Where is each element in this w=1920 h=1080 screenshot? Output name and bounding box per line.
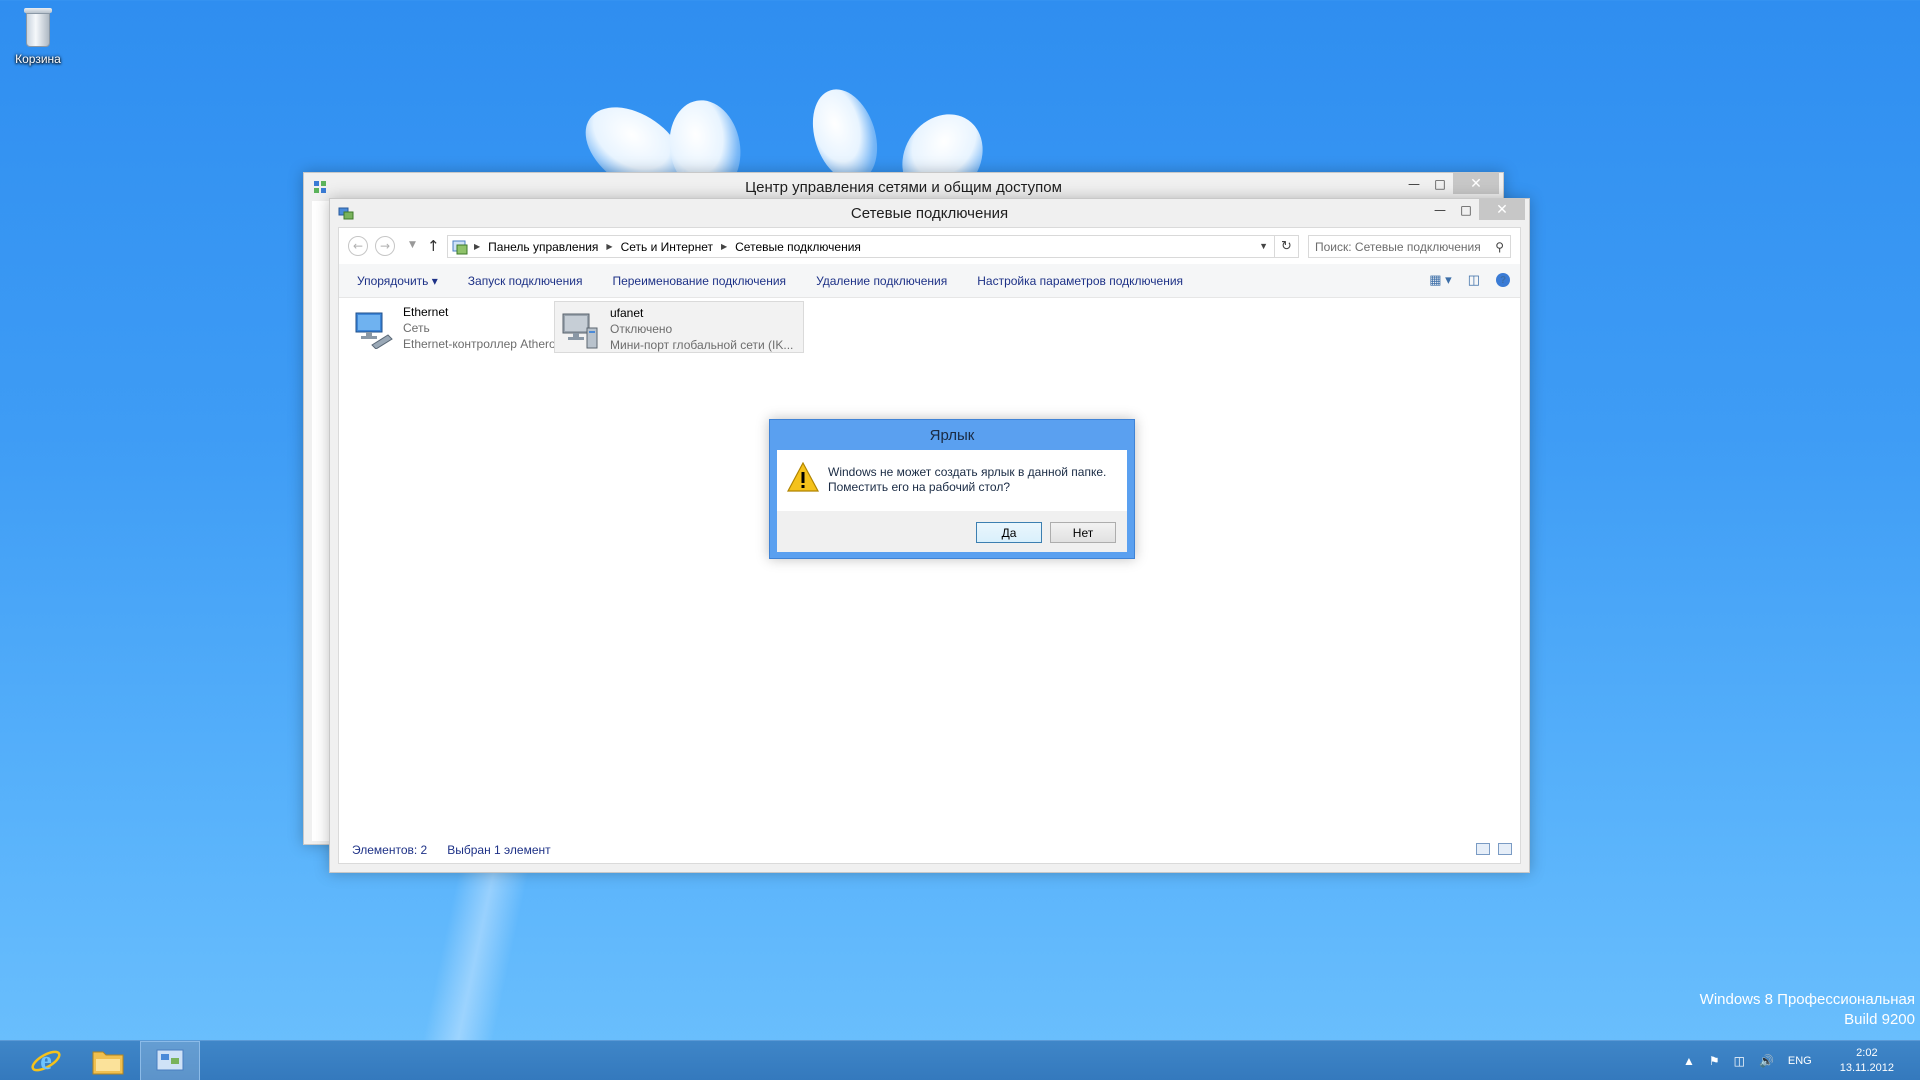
connection-settings-button[interactable]: Настройка параметров подключения: [977, 274, 1183, 288]
breadcrumb-separator[interactable]: ▶: [721, 242, 727, 251]
item-count: Элементов: 2: [352, 843, 428, 857]
minimize-button[interactable]: —: [1401, 173, 1427, 194]
up-button[interactable]: ↑: [427, 237, 440, 255]
left-panel-edge: [312, 201, 330, 841]
arrow-left-icon: ←: [352, 239, 364, 253]
preview-pane-icon[interactable]: ◫: [1468, 272, 1480, 288]
breadcrumb-separator[interactable]: ▶: [474, 242, 480, 251]
wallpaper-stem: [418, 860, 532, 1060]
network-status-icon[interactable]: ◫: [1734, 1054, 1745, 1068]
warning-icon: [787, 462, 819, 492]
details-view-icon[interactable]: [1476, 843, 1490, 855]
watermark-edition: Windows 8 Профессиональная: [1699, 991, 1915, 1008]
large-icons-view-icon[interactable]: [1498, 843, 1512, 855]
window-title: Центр управления сетями и общим доступом: [745, 179, 1062, 196]
dialog-footer: Да Нет: [777, 511, 1127, 552]
organize-menu[interactable]: Упорядочить ▾: [357, 274, 438, 288]
ethernet-adapter-icon: [355, 312, 393, 349]
start-connection-button[interactable]: Запуск подключения: [468, 274, 583, 288]
navigation-row: ← → ▼ ↑ ▶ Панель управления ▶ Сеть и Инт…: [339, 228, 1520, 264]
breadcrumb-network-internet[interactable]: Сеть и Интернет: [621, 240, 713, 254]
control-panel-icon: [452, 240, 468, 254]
taskbar-file-explorer[interactable]: [78, 1041, 138, 1080]
maximize-button[interactable]: □: [1427, 173, 1453, 194]
window-controls: — □ ✕: [1401, 173, 1499, 194]
shortcut-dialog[interactable]: Ярлык Windows не может создать ярлык в д…: [769, 419, 1135, 559]
search-placeholder: Поиск: Сетевые подключения: [1315, 239, 1481, 254]
title-bar[interactable]: Центр управления сетями и общим доступом…: [304, 173, 1503, 201]
wan-miniport-icon: [562, 313, 598, 349]
taskbar-network-connections[interactable]: [140, 1041, 200, 1080]
refresh-button[interactable]: ↻: [1275, 235, 1299, 258]
clock-date: 13.11.2012: [1839, 1062, 1894, 1074]
internet-explorer-icon: e: [31, 1046, 61, 1075]
windows-watermark: Windows 8 Профессиональная Build 9200: [1700, 990, 1915, 1030]
command-bar: Упорядочить ▾ Запуск подключения Переиме…: [339, 264, 1520, 298]
recycle-bin-label: Корзина: [15, 52, 61, 66]
connection-name: ufanet: [610, 306, 644, 320]
connection-device: Мини-порт глобальной сети (IK...: [610, 338, 794, 352]
recent-locations-button[interactable]: ▼: [409, 240, 416, 250]
window-controls: — □ ✕: [1427, 199, 1525, 220]
search-icon: ⚲: [1495, 240, 1504, 254]
delete-connection-button[interactable]: Удаление подключения: [816, 274, 947, 288]
breadcrumb-network-connections[interactable]: Сетевые подключения: [735, 240, 861, 254]
dialog-message-line2: Поместить его на рабочий стол?: [828, 480, 1011, 494]
close-button[interactable]: ✕: [1479, 199, 1525, 220]
svg-text:e: e: [40, 1046, 52, 1075]
title-bar[interactable]: Сетевые подключения — □ ✕: [330, 199, 1529, 227]
status-bar: Элементов: 2 Выбран 1 элемент: [339, 837, 1520, 863]
dialog-message-line1: Windows не может создать ярлык в данной …: [828, 465, 1107, 479]
clock-time: 2:02: [1856, 1047, 1878, 1059]
show-hidden-icons-button[interactable]: ▲: [1683, 1054, 1695, 1068]
system-tray: ▲ ⚑ ◫ 🔊 ENG 2:02 13.11.2012: [1683, 1041, 1920, 1080]
chevron-down-icon[interactable]: ▼: [1259, 241, 1268, 251]
back-button[interactable]: ←: [348, 236, 368, 256]
dialog-title: Ярлык: [929, 427, 975, 444]
breadcrumb-separator[interactable]: ▶: [606, 242, 612, 251]
window-title: Сетевые подключения: [850, 205, 1009, 222]
refresh-icon: ↻: [1281, 239, 1292, 254]
address-bar[interactable]: ▶ Панель управления ▶ Сеть и Интернет ▶ …: [447, 235, 1275, 258]
watermark-build: Build 9200: [1844, 1011, 1915, 1028]
forward-button[interactable]: →: [375, 236, 395, 256]
yes-button[interactable]: Да: [976, 522, 1042, 543]
view-controls: ▦ ▾ ◫ ?: [1413, 272, 1510, 288]
selected-count: Выбран 1 элемент: [447, 843, 551, 857]
volume-icon[interactable]: 🔊: [1759, 1054, 1774, 1068]
close-button[interactable]: ✕: [1453, 173, 1499, 194]
network-connections-icon: [156, 1049, 184, 1071]
change-view-icon[interactable]: ▦ ▾: [1429, 272, 1451, 288]
rename-connection-button[interactable]: Переименование подключения: [612, 274, 786, 288]
view-switcher: [1468, 843, 1512, 855]
action-center-flag-icon[interactable]: ⚑: [1709, 1054, 1720, 1068]
clock[interactable]: 2:02 13.11.2012: [1840, 1046, 1894, 1076]
dialog-body: Windows не может создать ярлык в данной …: [777, 450, 1127, 511]
maximize-button[interactable]: □: [1453, 199, 1479, 220]
search-input[interactable]: Поиск: Сетевые подключения ⚲: [1308, 235, 1511, 258]
breadcrumb-control-panel[interactable]: Панель управления: [488, 240, 598, 254]
connection-item-ufanet[interactable]: ufanet Отключено Мини-порт глобальной се…: [554, 301, 804, 353]
arrow-right-icon: →: [379, 239, 391, 253]
no-button[interactable]: Нет: [1050, 522, 1116, 543]
arrow-up-icon: ↑: [427, 237, 440, 255]
minimize-button[interactable]: —: [1427, 199, 1453, 220]
organize-label: Упорядочить: [357, 273, 429, 288]
recycle-bin-icon: [21, 6, 55, 50]
input-language[interactable]: ENG: [1788, 1055, 1812, 1067]
connection-status: Отключено: [610, 322, 673, 336]
help-icon[interactable]: ?: [1496, 273, 1510, 287]
connection-status: Сеть: [403, 321, 430, 335]
taskbar: e ▲ ⚑ ◫ 🔊 ENG 2:02 13.11.2012: [0, 1040, 1920, 1080]
folder-icon: [92, 1051, 124, 1075]
taskbar-internet-explorer[interactable]: e: [16, 1041, 76, 1080]
recycle-bin-shortcut[interactable]: Корзина: [6, 6, 70, 66]
connection-name: Ethernet: [403, 305, 449, 319]
